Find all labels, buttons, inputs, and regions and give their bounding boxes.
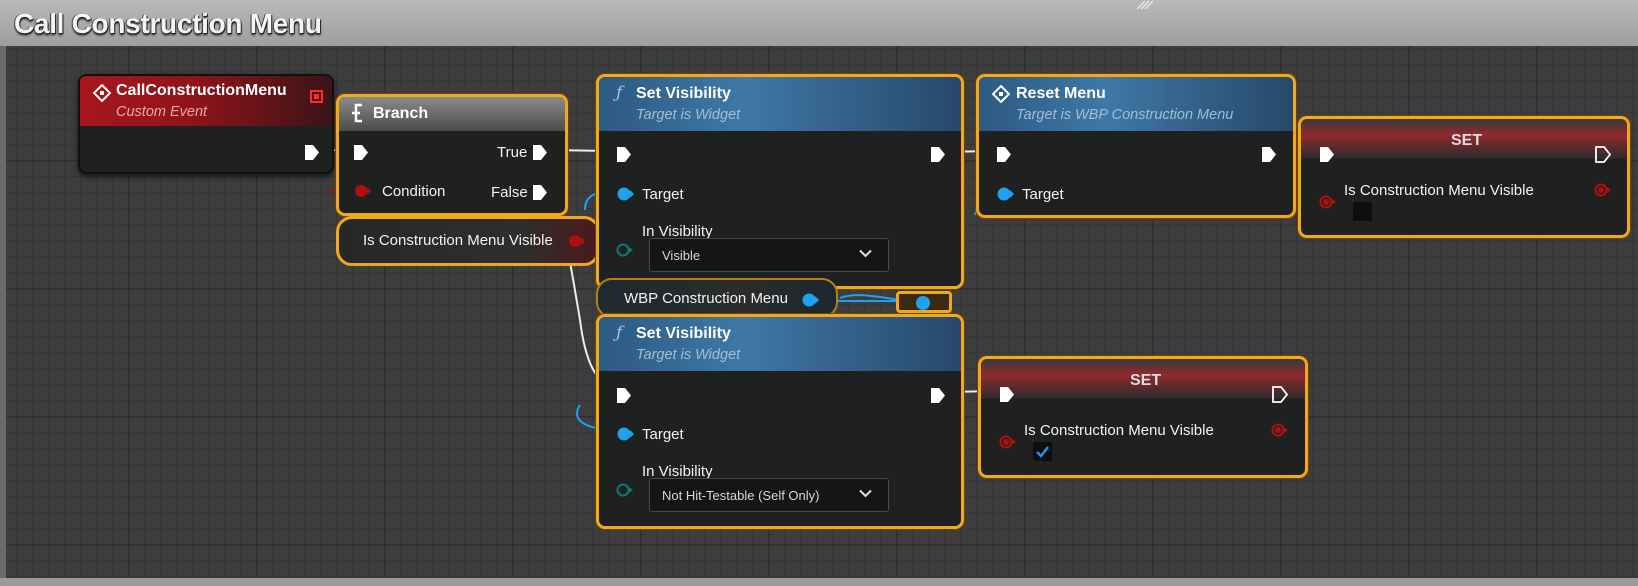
bool-in-pin-icon[interactable] [999,435,1017,449]
object-out-pin-icon[interactable] [801,293,819,307]
dropdown-value: Visible [662,248,701,263]
get-wbp-variable-node[interactable]: WBP Construction Menu [596,278,838,318]
event-diamond-icon [992,85,1010,103]
bool-in-pin-icon[interactable] [353,184,371,198]
branch-node[interactable]: Branch True Condition False [336,94,568,216]
reroute-pin-icon[interactable] [915,295,933,311]
exec-out-pin-icon[interactable] [1272,386,1288,403]
exec-in-pin-icon[interactable] [996,146,1012,163]
chevron-down-icon [859,249,872,258]
object-in-pin-icon[interactable] [616,187,634,201]
enum-in-pin-icon[interactable] [616,243,634,257]
pin-label-variable: Is Construction Menu Visible [1344,182,1534,199]
set-variable-node-1[interactable]: SET Is Construction Menu Visible [1298,116,1630,238]
exec-in-pin-icon[interactable] [616,387,632,404]
exec-in-pin-icon[interactable] [353,144,369,161]
bool-in-pin-icon[interactable] [1319,195,1337,209]
exec-out-true-pin-icon[interactable] [532,144,548,161]
pin-label-false: False [491,184,528,201]
exec-in-pin-icon[interactable] [999,386,1015,403]
exec-out-pin-icon[interactable] [1595,146,1611,163]
function-icon: ƒ [616,83,623,103]
pin-label-variable: Is Construction Menu Visible [1024,422,1214,439]
bool-out-pin-icon[interactable] [1594,183,1612,197]
function-icon: ƒ [616,323,623,343]
node-title: SET [1130,372,1162,389]
custom-event-node[interactable]: CallConstructionMenu Custom Event [78,74,334,174]
bool-out-pin-icon[interactable] [1271,423,1289,437]
object-in-pin-icon[interactable] [996,187,1014,201]
pin-label-condition: Condition [382,183,446,200]
set-visibility-node-2[interactable]: ƒ Set Visibility Target is Widget Target… [596,314,964,529]
object-in-pin-icon[interactable] [616,427,634,441]
pin-label-target: Target [642,426,684,443]
pin-label-target: Target [642,186,684,203]
chevron-down-icon [859,489,872,498]
exec-in-pin-icon[interactable] [1319,146,1335,163]
exec-out-pin-icon[interactable] [930,387,946,404]
reroute-node[interactable] [896,291,952,313]
node-subtitle: Target is Widget [636,107,741,123]
blueprint-editor: Call Construction Menu CallConstructionM… [0,0,1638,586]
delegate-pin-icon[interactable] [310,90,323,103]
pin-label-target: Target [1022,186,1064,203]
enum-in-pin-icon[interactable] [616,483,634,497]
set-visibility-node-1[interactable]: ƒ Set Visibility Target is Widget Target… [596,74,964,289]
dropdown-value: Not Hit-Testable (Self Only) [662,488,820,503]
node-subtitle: Custom Event [116,104,208,120]
value-checkbox-checked[interactable] [1033,442,1052,461]
bool-out-pin-icon[interactable] [567,234,585,248]
exec-out-pin-icon[interactable] [1261,146,1277,163]
get-variable-node[interactable]: Is Construction Menu Visible [336,216,600,266]
exec-out-false-pin-icon[interactable] [532,184,548,201]
value-checkbox-unchecked[interactable] [1353,202,1372,221]
exec-in-pin-icon[interactable] [616,146,632,163]
visibility-dropdown[interactable]: Not Hit-Testable (Self Only) [649,478,889,512]
node-title: Reset Menu [1016,85,1106,102]
branch-icon [352,103,362,123]
node-title: CallConstructionMenu [116,82,287,99]
variable-label: Is Construction Menu Visible [363,232,553,249]
reset-menu-node[interactable]: Reset Menu Target is WBP Construction Me… [976,74,1296,218]
node-subtitle: Target is Widget [636,347,741,363]
exec-out-pin-icon[interactable] [930,146,946,163]
node-title: Branch [373,105,429,122]
variable-label: WBP Construction Menu [624,290,788,307]
visibility-dropdown[interactable]: Visible [649,238,889,272]
node-title: Set Visibility [636,325,731,342]
exec-out-pin-icon[interactable] [304,144,320,161]
checkmark-icon [1036,446,1049,458]
event-diamond-icon [93,84,111,102]
node-title: Set Visibility [636,85,731,102]
node-subtitle: Target is WBP Construction Menu [1016,107,1234,123]
node-title: SET [1451,132,1483,149]
set-variable-node-2[interactable]: SET Is Construction Menu Visible [978,356,1308,478]
pin-label-true: True [497,144,528,161]
